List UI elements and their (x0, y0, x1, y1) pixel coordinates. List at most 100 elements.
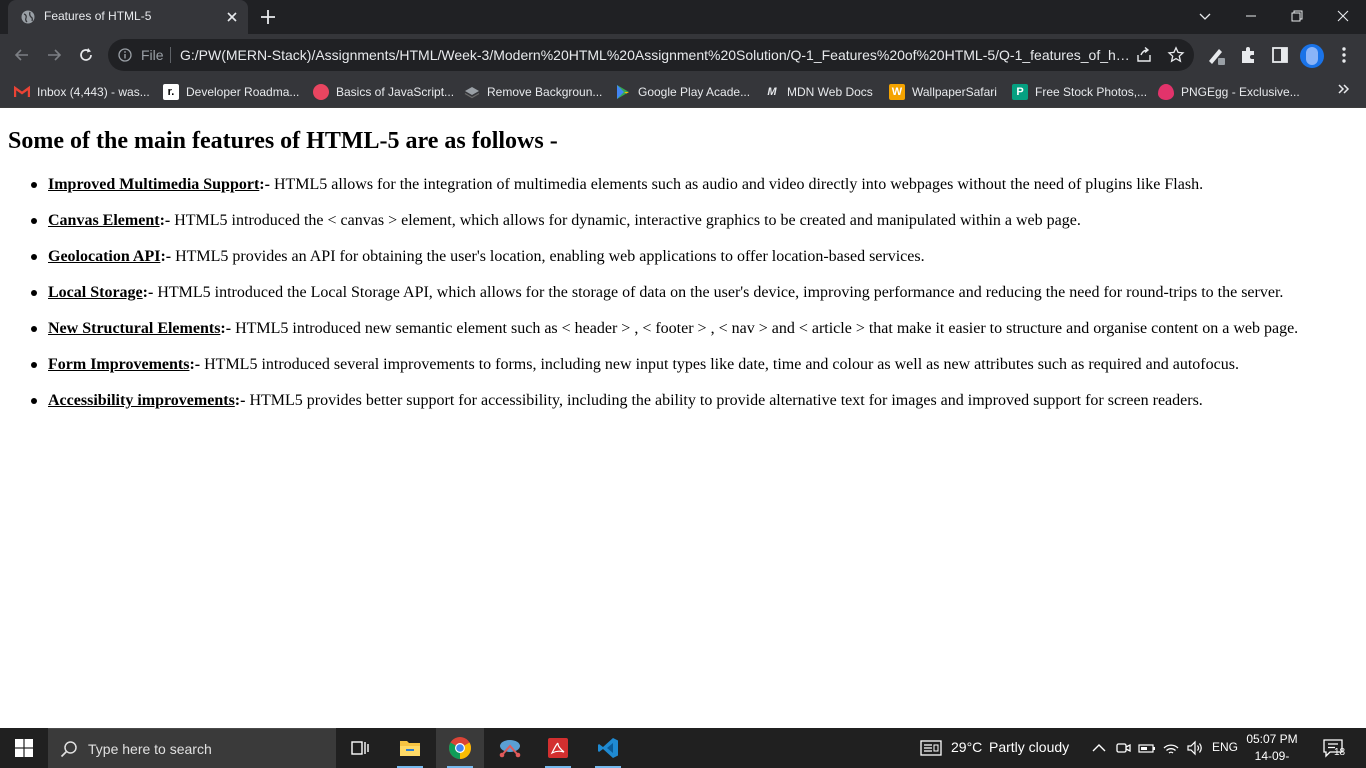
feature-description: HTML5 introduced the < canvas > element,… (170, 212, 1081, 229)
feature-name: New Structural Elements (48, 320, 221, 337)
chevron-double-right-icon[interactable] (1336, 81, 1352, 97)
close-tab-icon[interactable] (224, 9, 240, 25)
roadmap-icon: r. (163, 84, 179, 100)
bookmark-remove-background[interactable]: Remove Backgroun... (464, 81, 602, 103)
google-play-icon (615, 84, 631, 100)
bookmark-google-play-academy[interactable]: Google Play Acade... (615, 81, 750, 103)
feature-name: Form Improvements (48, 356, 190, 373)
search-icon (60, 741, 77, 758)
wifi-icon[interactable] (1162, 739, 1180, 757)
feature-name: Accessibility improvements (48, 392, 235, 409)
restore-button[interactable] (1274, 0, 1320, 32)
features-list: Improved Multimedia Support:- HTML5 allo… (30, 175, 1299, 427)
feature-description: HTML5 introduced several improvements to… (200, 356, 1239, 373)
bookmarks-bar: Inbox (4,443) - was... r. Developer Road… (0, 76, 1366, 108)
acrobat-button[interactable] (534, 728, 582, 768)
feature-name: Improved Multimedia Support (48, 176, 260, 193)
bookmark-star-icon[interactable] (1167, 46, 1185, 64)
pngegg-icon (1158, 84, 1174, 100)
feature-item: Accessibility improvements:- HTML5 provi… (30, 391, 1298, 427)
search-placeholder: Type here to search (88, 741, 212, 757)
feature-description: HTML5 provides an API for obtaining the … (171, 248, 925, 265)
reload-icon (80, 48, 92, 61)
gmail-icon (14, 84, 30, 100)
bookmark-free-stock-photos[interactable]: P Free Stock Photos,... (1012, 81, 1147, 103)
feature-item: New Structural Elements:- HTML5 introduc… (30, 319, 1299, 355)
tab-title: Features of HTML-5 (44, 9, 152, 23)
feature-item: Local Storage:- HTML5 introduced the Loc… (30, 283, 1298, 319)
reload-button[interactable] (73, 42, 99, 68)
task-view-button[interactable] (336, 728, 384, 768)
extensions-puzzle-icon[interactable] (1238, 45, 1258, 65)
bookmark-basics-javascript[interactable]: Basics of JavaScript... (313, 81, 454, 103)
chrome-taskbar-button[interactable] (436, 728, 484, 768)
feature-description: HTML5 allows for the integration of mult… (269, 176, 1204, 193)
start-button[interactable] (0, 728, 48, 768)
language-indicator[interactable]: ENG (1212, 740, 1238, 754)
minimize-button[interactable] (1228, 0, 1274, 32)
clock-date: 14-09-2023 (1254, 749, 1290, 768)
kebab-menu-icon[interactable] (1334, 45, 1354, 65)
new-tab-icon[interactable] (259, 8, 277, 26)
tab-search-button[interactable] (1182, 0, 1228, 32)
page-heading: Some of the main features of HTML-5 are … (8, 128, 558, 154)
bookmark-inbox[interactable]: Inbox (4,443) - was... (14, 81, 150, 103)
snipping-tool-button[interactable] (486, 728, 534, 768)
browser-toolbar: File G:/PW(MERN-Stack)/Assignments/HTML/… (0, 34, 1366, 76)
side-panel-icon[interactable] (1270, 45, 1290, 65)
profile-avatar[interactable] (1300, 44, 1324, 68)
pen-extension-icon[interactable] (1206, 45, 1226, 65)
chrome-icon (449, 737, 471, 759)
weather-condition[interactable]: Partly cloudy (989, 739, 1069, 755)
url-text[interactable]: G:/PW(MERN-Stack)/Assignments/HTML/Week-… (180, 47, 1130, 63)
feature-item: Geolocation API:- HTML5 provides an API … (30, 247, 1298, 283)
bookmark-pngegg[interactable]: PNGEgg - Exclusive... (1158, 81, 1300, 103)
feature-name: Local Storage (48, 284, 143, 301)
address-bar[interactable]: File G:/PW(MERN-Stack)/Assignments/HTML/… (108, 39, 1194, 71)
feature-item: Canvas Element:- HTML5 introduced the < … (30, 211, 1298, 247)
volume-icon[interactable] (1186, 739, 1204, 757)
forward-button[interactable] (41, 42, 67, 68)
meet-now-icon[interactable] (1114, 739, 1132, 757)
mdn-icon: M (767, 86, 777, 98)
bookmark-developer-roadmap[interactable]: r. Developer Roadma... (163, 81, 299, 103)
feature-name: Canvas Element (48, 212, 160, 229)
share-icon[interactable] (1135, 46, 1153, 64)
close-icon (1337, 10, 1349, 22)
chevron-up-icon[interactable] (1090, 739, 1108, 757)
bookmark-wallpapersafari[interactable]: W WallpaperSafari (889, 81, 997, 103)
task-view-icon (351, 741, 369, 755)
info-icon[interactable] (118, 48, 132, 62)
feature-description: HTML5 introduced new semantic element su… (231, 320, 1299, 337)
clock-time: 05:07 PM (1246, 732, 1298, 746)
arrow-left-icon (14, 49, 28, 61)
chevron-down-icon (1199, 13, 1211, 20)
acrobat-icon (548, 738, 568, 758)
taskbar-search[interactable]: Type here to search (48, 728, 336, 768)
globe-icon (21, 10, 35, 24)
page-content: Some of the main features of HTML-5 are … (0, 108, 1366, 728)
restore-icon (1291, 10, 1303, 22)
weather-widget-icon[interactable] (920, 739, 942, 757)
weather-temp[interactable]: 29°C (951, 739, 982, 755)
clock[interactable]: 05:07 PM 14-09-2023 (1244, 731, 1300, 768)
close-window-button[interactable] (1320, 0, 1366, 32)
minimize-icon (1246, 15, 1256, 17)
stock-photos-icon: P (1012, 84, 1028, 100)
file-explorer-icon (400, 741, 420, 756)
vscode-button[interactable] (584, 728, 632, 768)
browser-tab[interactable]: Features of HTML-5 (8, 0, 248, 34)
arrow-right-icon (48, 49, 62, 61)
omnibox-divider (170, 47, 171, 63)
windows-taskbar: Type here to search 29°C Partly cloudy E… (0, 728, 1366, 768)
feature-item: Improved Multimedia Support:- HTML5 allo… (30, 175, 1298, 211)
vscode-icon (598, 738, 618, 758)
bookmark-mdn-web-docs[interactable]: M MDN Web Docs (764, 81, 872, 103)
snipping-tool-icon (499, 740, 521, 758)
file-explorer-button[interactable] (386, 728, 434, 768)
title-bar: Features of HTML-5 (0, 0, 1366, 34)
notification-count: 18 (1334, 747, 1346, 758)
battery-icon[interactable] (1138, 739, 1156, 757)
back-button[interactable] (9, 42, 35, 68)
windows-logo-icon (15, 739, 33, 757)
